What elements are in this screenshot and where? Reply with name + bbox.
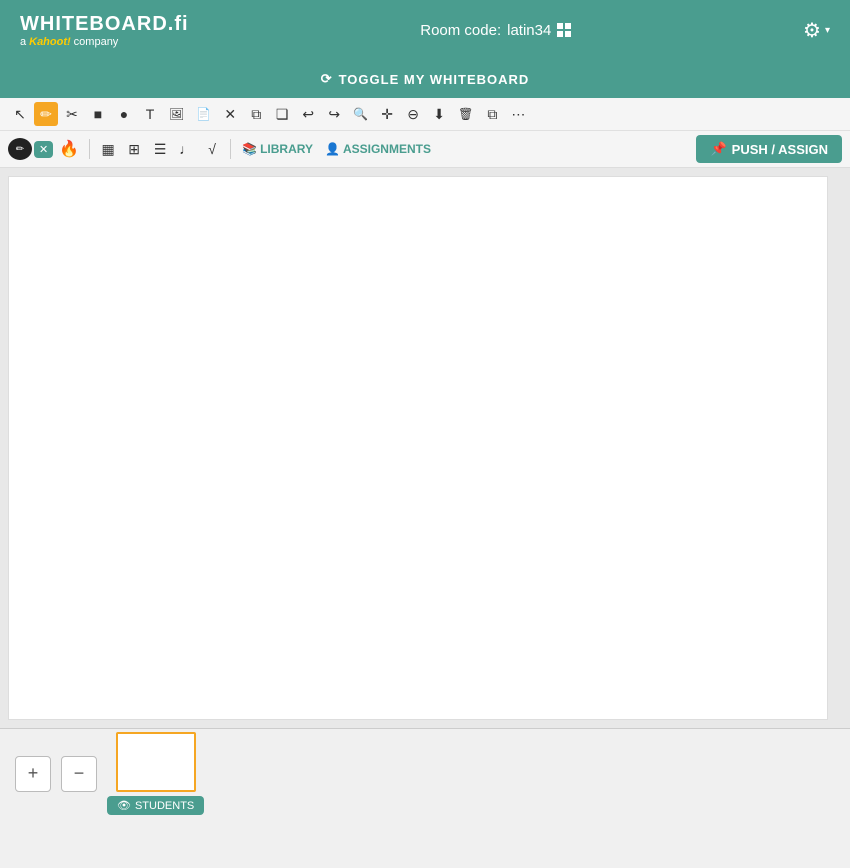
redo-tool[interactable]: ↪ (322, 102, 346, 126)
push-icon: 📌 (710, 141, 726, 157)
students-label: STUDENTS (135, 800, 194, 812)
assignments-icon: 👤 (325, 142, 340, 156)
toolbar-row1: ↖ ✏ ✂ ■ ● T 🖼 📄 ✕ ⧉ ❏ ↩ ↪ 🔍 ✛ ⊖ ⬇ 🗑 ⧉ ⋯ (0, 98, 850, 131)
lines-tool[interactable]: ☰ (148, 137, 172, 161)
library-button[interactable]: 📚 LIBRARY (237, 140, 318, 158)
fire-button[interactable]: 🔥 (55, 137, 83, 161)
pencil-tool[interactable]: ✏ (34, 102, 58, 126)
toggle-label: TOGGLE MY WHITEBOARD (339, 72, 530, 87)
room-code-area: Room code: latin34 (420, 22, 571, 39)
toolbar-row2: ✏ ✕ 🔥 ▦ ⊞ ☰ ♩ √ 📚 LIBRARY 👤 ASSIGNMENTS … (0, 131, 850, 167)
bottom-area: + − 👁 STUDENTS (0, 728, 850, 818)
add-page-button[interactable]: + (15, 756, 51, 792)
push-assign-label: PUSH / ASSIGN (732, 142, 828, 157)
zoomout-tool[interactable]: ⊖ (401, 102, 425, 126)
text-tool[interactable]: T (138, 102, 162, 126)
separator2 (230, 139, 231, 159)
copy-tool[interactable]: ⧉ (244, 102, 268, 126)
push-assign-button[interactable]: 📌 PUSH / ASSIGN (696, 135, 842, 163)
close-tool[interactable]: ✕ (218, 102, 242, 126)
square-tool[interactable]: ■ (86, 102, 110, 126)
scissors-tool[interactable]: ✂ (60, 102, 84, 126)
trash-tool[interactable]: 🗑 (453, 102, 478, 126)
layers-tool[interactable]: ⧉ (480, 102, 504, 126)
eraser-icon: ✕ (39, 143, 48, 156)
remove-page-button[interactable]: − (61, 756, 97, 792)
cursor-tool[interactable]: ↖ (8, 102, 32, 126)
download-tool[interactable]: ⬇ (427, 102, 451, 126)
more-tool[interactable]: ⋯ (506, 102, 530, 126)
pen-color-black[interactable]: ✏ (8, 138, 32, 160)
math-tool[interactable]: √ (200, 137, 224, 161)
table-tool[interactable]: ▦ (96, 137, 120, 161)
toggle-bar: ⟳ TOGGLE MY WHITEBOARD (0, 60, 850, 98)
duplicate-tool[interactable]: ❏ (270, 102, 294, 126)
logo-title: WHITEBOARD.fi (20, 13, 189, 36)
music-tool[interactable]: ♩ (174, 137, 198, 161)
students-button[interactable]: 👁 STUDENTS (107, 796, 204, 815)
image-tool[interactable]: 🖼 (164, 102, 189, 126)
settings-button[interactable]: ⚙ ▾ (803, 18, 830, 43)
library-icon: 📚 (242, 142, 257, 156)
minus-icon: − (74, 763, 85, 784)
doc-tool[interactable]: 📄 (191, 102, 216, 126)
assignments-button[interactable]: 👤 ASSIGNMENTS (320, 140, 436, 158)
whiteboard-wrapper (0, 168, 850, 728)
toggle-whiteboard-button[interactable]: ⟳ TOGGLE MY WHITEBOARD (321, 71, 530, 87)
subtitle-brand: Kahoot! (29, 36, 71, 48)
move-tool[interactable]: ✛ (375, 102, 399, 126)
plus-icon: + (28, 763, 39, 784)
assignments-label: ASSIGNMENTS (343, 142, 431, 156)
eye-icon: 👁 (117, 799, 131, 812)
logo-subtitle: a Kahoot! company (20, 36, 189, 48)
circle-tool[interactable]: ● (112, 102, 136, 126)
grid-tool[interactable]: ⊞ (122, 137, 146, 161)
subtitle-suffix: company (74, 36, 119, 48)
eraser-clear-button[interactable]: ✕ (34, 141, 53, 158)
separator1 (89, 139, 90, 159)
page-thumbnail[interactable] (116, 732, 196, 792)
toolbar-area: ↖ ✏ ✂ ■ ● T 🖼 📄 ✕ ⧉ ❏ ↩ ↪ 🔍 ✛ ⊖ ⬇ 🗑 ⧉ ⋯ … (0, 98, 850, 168)
room-code-value: latin34 (507, 22, 551, 39)
settings-arrow-icon: ▾ (825, 25, 830, 36)
logo-area: WHITEBOARD.fi a Kahoot! company (20, 13, 189, 48)
subtitle-prefix: a (20, 36, 26, 48)
undo-tool[interactable]: ↩ (296, 102, 320, 126)
gear-icon: ⚙ (803, 18, 821, 43)
whiteboard-canvas[interactable] (8, 176, 828, 720)
grid-icon (557, 23, 571, 37)
toggle-icon: ⟳ (321, 71, 333, 87)
header: WHITEBOARD.fi a Kahoot! company Room cod… (0, 0, 850, 60)
room-code-label: Room code: (420, 22, 501, 39)
library-label: LIBRARY (260, 142, 313, 156)
search-tool[interactable]: 🔍 (348, 102, 373, 126)
